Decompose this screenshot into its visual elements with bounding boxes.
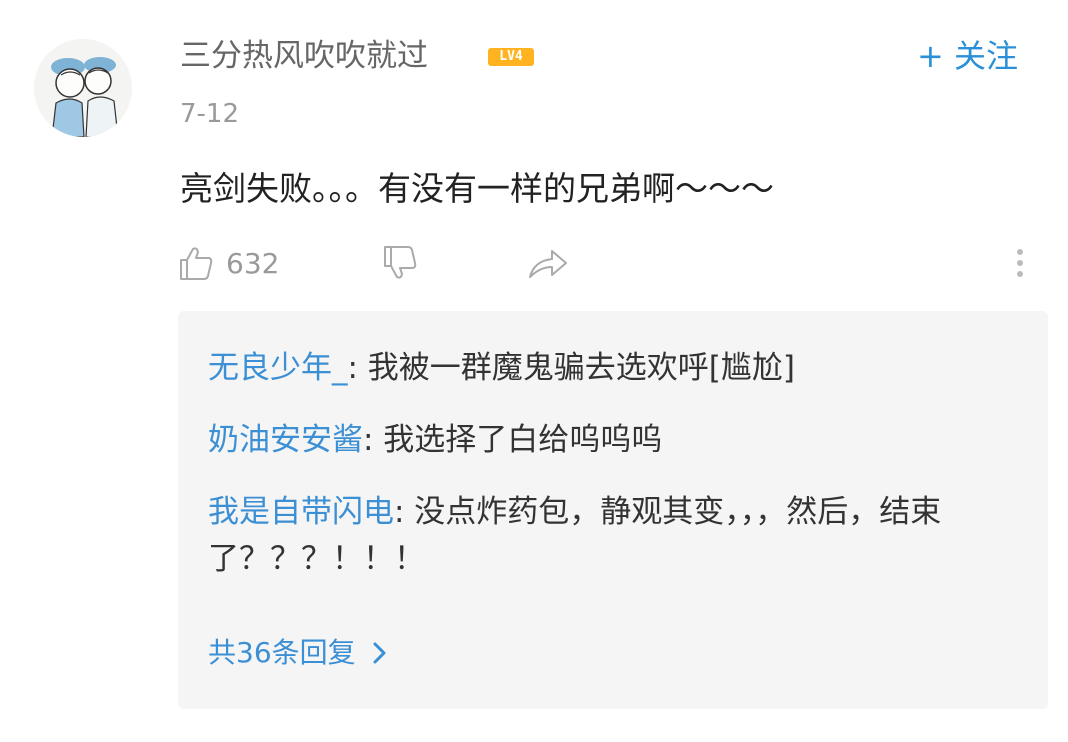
reply-item: 我是自带闪电: 没点炸药包，静观其变，，，然后，结束了？？？！！！	[208, 489, 988, 583]
avatar-image	[34, 39, 132, 137]
dislike-button[interactable]	[380, 238, 420, 288]
reply-text: : 我被一群魔鬼骗去选欢呼[尴尬]	[347, 350, 796, 386]
reply-author[interactable]: 奶油安安酱	[208, 422, 363, 458]
reply-preview-panel: 无良少年_: 我被一群魔鬼骗去选欢呼[尴尬] 奶油安安酱: 我选择了白给呜呜呜 …	[178, 311, 1048, 709]
level-badge: LV4	[488, 48, 534, 66]
more-vertical-icon	[1017, 249, 1023, 277]
comment-actions: 632	[176, 238, 1036, 288]
reply-count-label: 共36条回复	[208, 636, 356, 669]
reply-author[interactable]: 无良少年_	[208, 350, 348, 386]
reply-item: 无良少年_: 我被一群魔鬼骗去选欢呼[尴尬]	[208, 345, 988, 392]
reply-text: : 我选择了白给呜呜呜	[363, 422, 663, 458]
share-button[interactable]	[526, 238, 570, 288]
reply-item: 奶油安安酱: 我选择了白给呜呜呜	[208, 417, 988, 464]
avatar[interactable]	[34, 39, 132, 137]
username[interactable]: 三分热风吹吹就过	[180, 36, 428, 76]
thumbs-up-icon	[180, 247, 213, 280]
reply-author[interactable]: 我是自带闪电	[208, 494, 394, 530]
comment-text: 亮剑失败。。。有没有一样的兄弟啊～～～	[180, 169, 774, 208]
like-count: 632	[226, 246, 280, 280]
follow-button[interactable]: + 关注	[917, 36, 1018, 76]
view-all-replies-link[interactable]: 共36条回复	[208, 633, 394, 673]
share-arrow-icon	[529, 250, 567, 278]
comment-date: 7-12	[180, 99, 240, 129]
like-button[interactable]: 632	[176, 238, 279, 288]
thumbs-down-icon	[384, 246, 417, 279]
chevron-right-icon	[373, 642, 386, 664]
more-options-button[interactable]	[1012, 238, 1028, 288]
